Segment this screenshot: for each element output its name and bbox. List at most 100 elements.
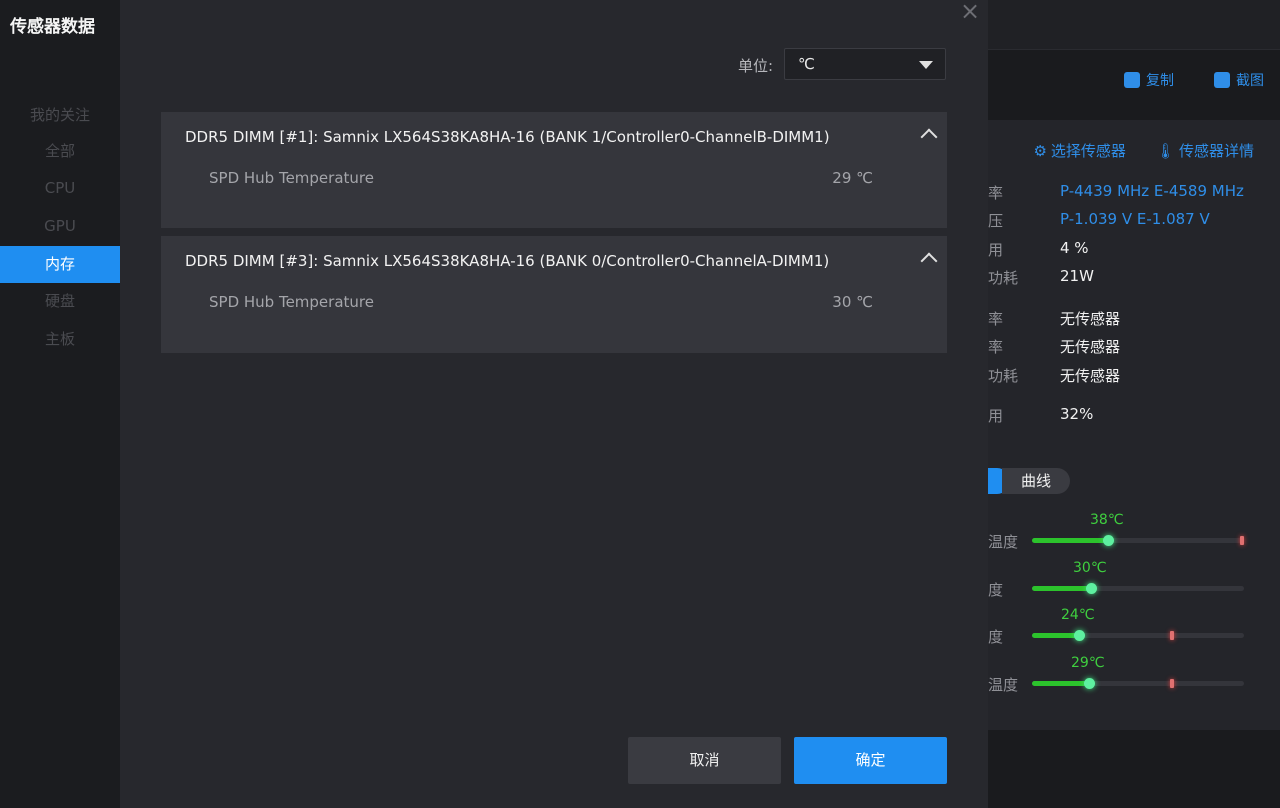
temperature-fill [1032,586,1091,591]
sidebar-group-label: 我的关注 [29,106,90,124]
sensor-summary-row: 率 无传感器 [988,308,1120,329]
thermometer-icon: 🌡 [1155,142,1175,160]
sensor-detail-button[interactable]: 🌡 传感器详情 [1156,140,1254,161]
temperature-label: 度 [988,628,1004,646]
unit-select[interactable]: ℃ [784,48,946,80]
sensor-dialog: × 单位: ℃ DDR5 DIMM [#1]: Samnix LX564S38K… [120,0,988,808]
sensor-summary-key: 率 [988,184,1004,202]
sidebar-item-gpu[interactable]: GPU [0,208,120,245]
unit-label: 单位: [738,57,774,75]
sensor-summary-key: 用 [988,241,1004,259]
dimm-card-header[interactable]: DDR5 DIMM [#3]: Samnix LX564S38KA8HA-16 … [161,236,947,286]
sensor-summary-value: 无传感器 [1060,310,1121,328]
sensor-value: 30 ℃ [832,293,873,311]
temperature-knob [1086,583,1097,594]
sensor-summary-row: 率 无传感器 [988,336,1120,357]
copy-button[interactable]: 复制 [1124,70,1174,90]
sensor-summary-value: 32% [1060,405,1094,423]
copy-label: 复制 [1146,73,1174,89]
sensor-summary-row: 率 P-4439 MHz E-4589 MHz [988,182,1244,203]
sensor-summary-value: 无传感器 [1060,338,1121,356]
unit-select-value: ℃ [798,55,815,73]
sensor-summary-key: 率 [988,338,1004,356]
temperature-label: 度 [988,581,1004,599]
screenshot-label: 截图 [1236,73,1264,89]
temperature-value: 24℃ [1061,607,1095,623]
temperature-value: 38℃ [1090,512,1124,528]
chevron-down-icon [919,61,933,69]
sensor-detail-label: 传感器详情 [1178,142,1254,160]
background-app: 复制 截图 ⚙ 选择传感器 🌡 传感器详情 率 P-4439 MHz E-4589 M… [988,0,1280,808]
sensor-row[interactable]: SPD Hub Temperature 30 ℃ [161,286,947,326]
sidebar-item-disk[interactable]: 硬盘 [0,283,120,320]
sensor-value: 29 ℃ [832,169,873,187]
cancel-button[interactable]: 取消 [628,737,781,784]
sidebar-item-all[interactable]: 全部 [0,133,120,170]
temperature-gauge: 24℃ 度 [988,607,1280,647]
sensor-summary-key: 功耗 [988,269,1019,287]
temperature-label: 温度 [988,533,1019,551]
copy-icon [1124,72,1140,88]
background-topbar [988,0,1280,50]
select-sensor-button[interactable]: ⚙ 选择传感器 [1033,140,1125,161]
tab-curve[interactable]: 曲线 [1002,468,1070,494]
sensor-summary-key: 压 [988,212,1004,230]
temperature-gauge: 38℃ 温度 [988,512,1280,552]
sensor-summary-value: 21W [1060,267,1094,285]
sidebar-item-cpu[interactable]: CPU [0,170,120,207]
sensor-summary-row: 功耗 无传感器 [988,365,1120,386]
temperature-gauge: 29℃ 温度 [988,655,1280,695]
sensor-panel: ⚙ 选择传感器 🌡 传感器详情 率 P-4439 MHz E-4589 MHz 压 P-1… [988,120,1280,730]
chevron-up-icon[interactable] [920,252,938,270]
sidebar: 传感器数据 我的关注 全部 CPU GPU 内存 硬盘 主板 [0,0,120,808]
temperature-track [1032,535,1244,546]
camera-icon [1214,72,1230,88]
temperature-track [1032,630,1244,641]
confirm-button[interactable]: 确定 [794,737,947,784]
sensor-summary-key: 用 [988,407,1004,425]
temperature-value: 29℃ [1071,655,1105,671]
temperature-threshold-marker [1170,679,1174,688]
temperature-track [1032,678,1244,689]
sensor-name: SPD Hub Temperature [209,169,374,187]
sensor-summary-value: P-4439 MHz E-4589 MHz [1060,182,1244,200]
dimm-card-header[interactable]: DDR5 DIMM [#1]: Samnix LX564S38KA8HA-16 … [161,112,947,162]
sidebar-item-motherboard[interactable]: 主板 [0,321,120,358]
temperature-threshold-marker [1170,631,1174,640]
sensor-summary-row: 用 32% [988,405,1093,426]
temperature-fill [1032,538,1108,543]
sensor-summary-row: 功耗 21W [988,267,1094,288]
dimm-card: DDR5 DIMM [#3]: Samnix LX564S38KA8HA-16 … [161,236,947,353]
sensor-summary-row: 用 4 % [988,239,1089,260]
app-root: 复制 截图 ⚙ 选择传感器 🌡 传感器详情 率 P-4439 MHz E-4589 M… [0,0,1280,808]
dimm-card: DDR5 DIMM [#1]: Samnix LX564S38KA8HA-16 … [161,112,947,228]
sensor-row[interactable]: SPD Hub Temperature 29 ℃ [161,162,947,202]
view-tabs: 曲线 [988,468,1070,494]
close-icon[interactable]: × [958,0,982,24]
temperature-fill [1032,681,1089,686]
temperature-track [1032,583,1244,594]
temperature-threshold-marker [1240,536,1244,545]
sensor-summary-row: 压 P-1.039 V E-1.087 V [988,210,1210,231]
temperature-knob [1103,535,1114,546]
sensor-summary-value: 无传感器 [1060,367,1121,385]
sensor-name: SPD Hub Temperature [209,293,374,311]
app-title: 传感器数据 [10,17,95,37]
chevron-up-icon[interactable] [920,128,938,146]
temperature-gauge: 30℃ 度 [988,560,1280,600]
sensor-summary-key: 功耗 [988,367,1019,385]
dimm-card-title: DDR5 DIMM [#1]: Samnix LX564S38KA8HA-16 … [185,128,830,146]
screenshot-button[interactable]: 截图 [1214,70,1264,90]
dimm-card-title: DDR5 DIMM [#3]: Samnix LX564S38KA8HA-16 … [185,252,830,270]
sidebar-item-memory[interactable]: 内存 [0,246,120,283]
temperature-knob [1074,630,1085,641]
sensor-summary-key: 率 [988,310,1004,328]
temperature-value: 30℃ [1073,560,1107,576]
sensor-summary-value: 4 % [1060,239,1089,257]
gear-icon: ⚙ [1033,142,1047,160]
temperature-fill [1032,633,1079,638]
temperature-knob [1084,678,1095,689]
sensor-summary-value: P-1.039 V E-1.087 V [1060,210,1210,228]
select-sensor-label: 选择传感器 [1050,142,1126,160]
temperature-label: 温度 [988,676,1019,694]
